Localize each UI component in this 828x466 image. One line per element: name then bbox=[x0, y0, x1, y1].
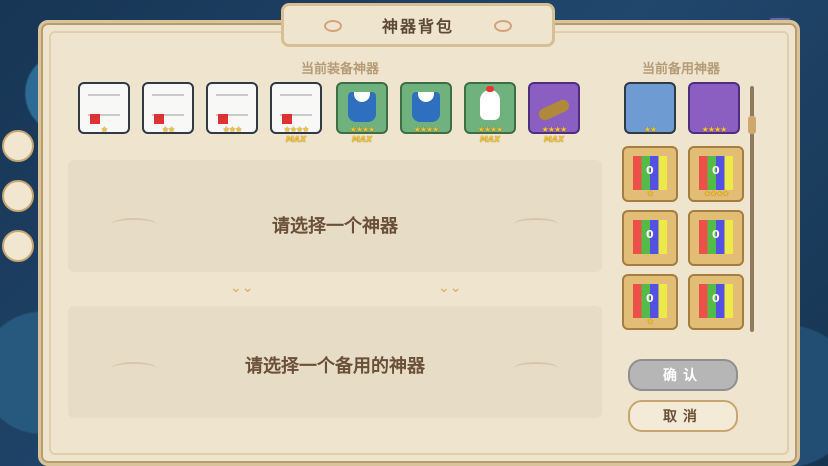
cancel-button[interactable]: 取消 bbox=[628, 400, 738, 432]
backup-slot-7[interactable]: 0 ★ bbox=[622, 274, 678, 330]
backup-slot-1[interactable]: ★★ bbox=[624, 82, 676, 134]
star-rating: ★★★★ bbox=[477, 125, 504, 134]
chevron-down-icon: ⌄⌄ bbox=[230, 280, 254, 296]
star-rating: ★ bbox=[646, 189, 654, 198]
nav-circle-3[interactable] bbox=[2, 230, 34, 262]
ornament-icon bbox=[324, 20, 342, 32]
nav-circle-2[interactable] bbox=[2, 180, 34, 212]
backup-slot-3[interactable]: 0 ★ bbox=[622, 146, 678, 202]
ornament-icon bbox=[494, 20, 512, 32]
equipped-slot-4[interactable]: ★★★★ MAX bbox=[270, 82, 322, 144]
max-label: MAX bbox=[285, 135, 307, 144]
backup-scrollbar[interactable] bbox=[748, 86, 756, 332]
backup-slot-6[interactable]: 0 bbox=[688, 210, 744, 266]
star-rating: ★★★★ bbox=[701, 125, 728, 134]
star-rating: ★ bbox=[100, 125, 108, 134]
max-label: MAX bbox=[479, 135, 501, 144]
star-rating: ★★★★ bbox=[413, 125, 440, 134]
star-rating: ★ bbox=[646, 317, 654, 326]
cannon-icon bbox=[536, 97, 572, 123]
star-rating: ★★ bbox=[161, 125, 175, 134]
star-rating: ★★★ bbox=[222, 125, 243, 134]
equipped-slot-3[interactable]: ★★★ bbox=[206, 82, 258, 134]
star-rating: ★★★★ bbox=[541, 125, 568, 134]
max-label: MAX bbox=[543, 135, 565, 144]
uniform-icon bbox=[412, 92, 440, 122]
backup-slot-8[interactable]: 0 bbox=[688, 274, 744, 330]
scroll-thumb[interactable] bbox=[748, 116, 756, 134]
chicken-icon bbox=[480, 86, 500, 120]
selected-backup-panel: 请选择一个备用的神器 bbox=[68, 306, 602, 418]
equipped-slot-8[interactable]: ★★★★ MAX bbox=[528, 82, 580, 144]
equipped-slot-7[interactable]: ★★★★ MAX bbox=[464, 82, 516, 144]
nav-circle-1[interactable] bbox=[2, 130, 34, 162]
swirl-ornament-icon bbox=[514, 218, 558, 230]
selected-artifact-panel: 请选择一个神器 bbox=[68, 160, 602, 272]
equipped-slot-2[interactable]: ★★ bbox=[142, 82, 194, 134]
equipped-slot-5[interactable]: ★★★★ MAX bbox=[336, 82, 388, 144]
equipped-section-title: 当前装备神器 bbox=[300, 62, 379, 77]
equipped-slot-6[interactable]: ★★★★ bbox=[400, 82, 452, 134]
confirm-button[interactable]: 确认 bbox=[628, 359, 738, 391]
backup-slot-4[interactable]: 0 ★★★★ bbox=[688, 146, 744, 202]
star-rating: ★★ bbox=[643, 125, 657, 134]
panel-title: 神器背包 bbox=[381, 17, 454, 36]
chevron-down-icon: ⌄⌄ bbox=[438, 280, 462, 296]
panel-header: 神器背包 bbox=[281, 3, 555, 47]
backup-slot-2[interactable]: ★★★★ bbox=[688, 82, 740, 134]
star-rating: ★★★★ bbox=[349, 125, 376, 134]
star-rating: ★★★★ bbox=[703, 189, 730, 198]
left-side-nav bbox=[2, 120, 36, 280]
equipped-slot-1[interactable]: ★ bbox=[78, 82, 130, 134]
uniform-icon bbox=[348, 92, 376, 122]
backup-section-title: 当前备用神器 bbox=[641, 62, 720, 77]
swirl-ornament-icon bbox=[514, 362, 558, 374]
star-rating: ★★★★ bbox=[283, 125, 310, 134]
max-label: MAX bbox=[351, 135, 373, 144]
backup-slot-5[interactable]: 0 bbox=[622, 210, 678, 266]
